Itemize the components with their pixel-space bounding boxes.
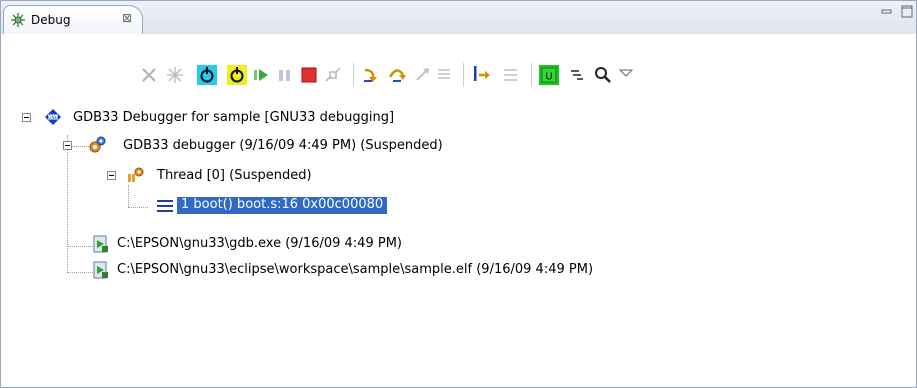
tree-line [128, 207, 148, 209]
search-icon[interactable] [593, 65, 613, 85]
gnu-launch-icon: GNU [45, 109, 61, 125]
toolbar-separator [463, 63, 464, 87]
process-icon [93, 260, 109, 280]
stack-frame-icon [157, 199, 173, 213]
view-menu-icon[interactable] [617, 65, 637, 85]
tree-item-stack-frame[interactable]: 1 boot() boot.s:16 0x00c00080 [151, 195, 491, 217]
minimize-icon[interactable] [881, 5, 893, 15]
instruction-stepping-icon[interactable] [471, 65, 491, 85]
process-icon [93, 234, 109, 254]
svg-text:GNU: GNU [48, 115, 58, 121]
thread-icon [127, 166, 145, 184]
tree-item-label: C:\EPSON\gnu33\gdb.exe (9/16/09 4:49 PM) [117, 236, 402, 251]
suspend-icon[interactable] [275, 65, 295, 85]
collapse-icon[interactable] [63, 141, 72, 150]
step-filters-icon[interactable] [501, 65, 521, 85]
view-tab-bar: Debug ⊠ [1, 1, 916, 34]
remove-terminated-icon[interactable] [139, 65, 159, 85]
tree-item-label: GDB33 Debugger for sample [GNU33 debuggi… [73, 110, 395, 125]
tab-title: Debug [31, 13, 71, 27]
toolbar-separator [353, 63, 354, 87]
relaunch-icon[interactable] [165, 65, 185, 85]
toolbar-separator [531, 63, 532, 87]
tree-item-thread[interactable]: Thread [0] (Suspended) [101, 165, 401, 187]
drop-to-frame-icon[interactable] [435, 65, 455, 85]
step-into-icon[interactable] [361, 65, 381, 85]
collapse-icon[interactable] [22, 113, 31, 122]
tree-line [128, 185, 130, 207]
svg-text:U: U [545, 72, 552, 83]
thread-mode-icon[interactable] [567, 65, 587, 85]
maximize-icon[interactable] [901, 5, 913, 18]
tree-item-label: Thread [0] (Suspended) [157, 168, 312, 183]
tree-item-launch[interactable]: GNU GDB33 Debugger for sample [GNU33 deb… [17, 107, 537, 129]
resume-thread-icon[interactable] [227, 65, 247, 85]
tree-item-process-elf[interactable]: C:\EPSON\gnu33\eclipse\workspace\sample\… [89, 259, 809, 281]
resume-icon[interactable] [251, 65, 271, 85]
debug-bug-icon [10, 12, 26, 28]
tree-item-label: C:\EPSON\gnu33\eclipse\workspace\sample\… [117, 262, 594, 277]
debug-tab[interactable]: Debug ⊠ [3, 5, 143, 34]
debug-view: Debug ⊠ U GNU GDB33 Debugger for sample … [0, 0, 917, 388]
tree-item-process-gdb[interactable]: C:\EPSON\gnu33\gdb.exe (9/16/09 4:49 PM) [89, 233, 589, 255]
step-return-icon[interactable] [413, 65, 433, 85]
disconnect-icon[interactable] [323, 65, 343, 85]
debugger-gears-icon [89, 136, 107, 154]
tree-item-debugger[interactable]: GDB33 debugger (9/16/09 4:49 PM) (Suspen… [57, 135, 477, 157]
resume-all-icon[interactable] [197, 65, 217, 85]
tree-item-label: 1 boot() boot.s:16 0x00c00080 [177, 197, 388, 214]
collapse-icon[interactable] [107, 171, 116, 180]
step-over-icon[interactable] [387, 65, 407, 85]
close-tab-icon[interactable]: ⊠ [122, 11, 132, 25]
tree-item-label: GDB33 debugger (9/16/09 4:49 PM) (Suspen… [123, 138, 443, 153]
mode-u-icon[interactable]: U [539, 65, 559, 85]
terminate-icon[interactable] [299, 65, 319, 85]
